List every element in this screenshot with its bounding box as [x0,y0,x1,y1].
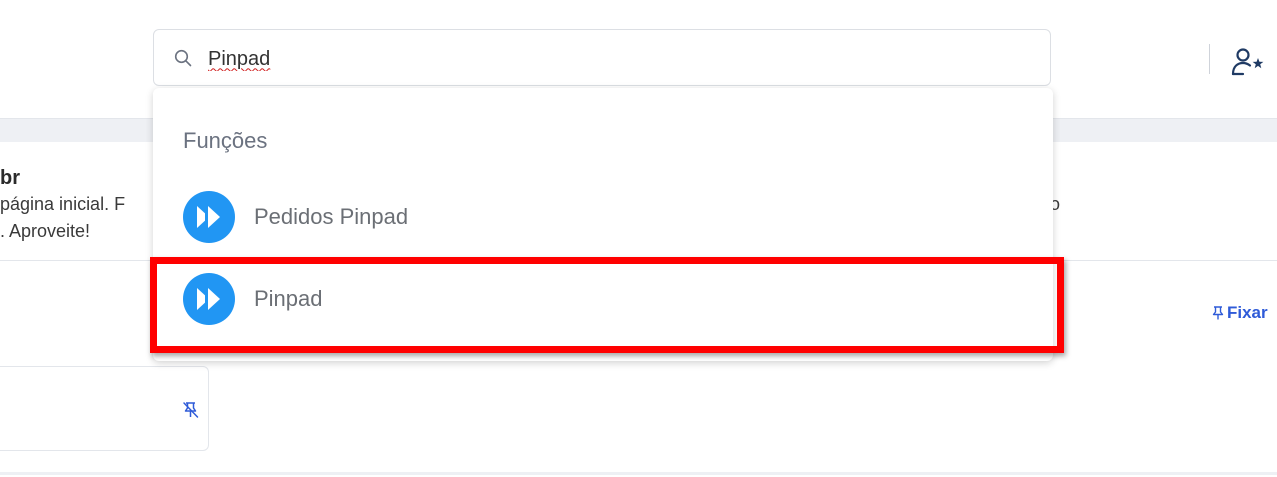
pinned-card[interactable] [0,366,209,451]
user-star-icon[interactable] [1231,46,1265,76]
result-item-pinpad[interactable]: Pinpad [153,262,1053,336]
pin-button-label: Fixar [1227,303,1268,322]
result-item-pedidos-pinpad[interactable]: Pedidos Pinpad [153,180,1053,254]
result-label: Pedidos Pinpad [254,204,409,229]
unpin-icon[interactable] [182,401,199,419]
bottom-divider [0,472,1277,475]
pin-button[interactable]: Fixar [1212,303,1268,323]
fast-forward-icon [183,273,235,325]
banner-text-line-1: página inicial. F [0,194,126,214]
header-divider [1209,44,1210,74]
section-title-funcoes: Funções [183,128,268,153]
search-box[interactable] [153,29,1051,86]
banner-title: br [0,167,20,189]
banner-text-line-2: . Aproveite! [0,221,91,241]
pin-icon [1212,306,1224,320]
fast-forward-icon [183,191,235,243]
search-results-dropdown: Funções Pedidos Pinpad Pinpad [153,88,1053,361]
result-label: Pinpad [254,286,323,311]
search-icon [174,49,192,67]
search-input[interactable] [206,44,810,74]
